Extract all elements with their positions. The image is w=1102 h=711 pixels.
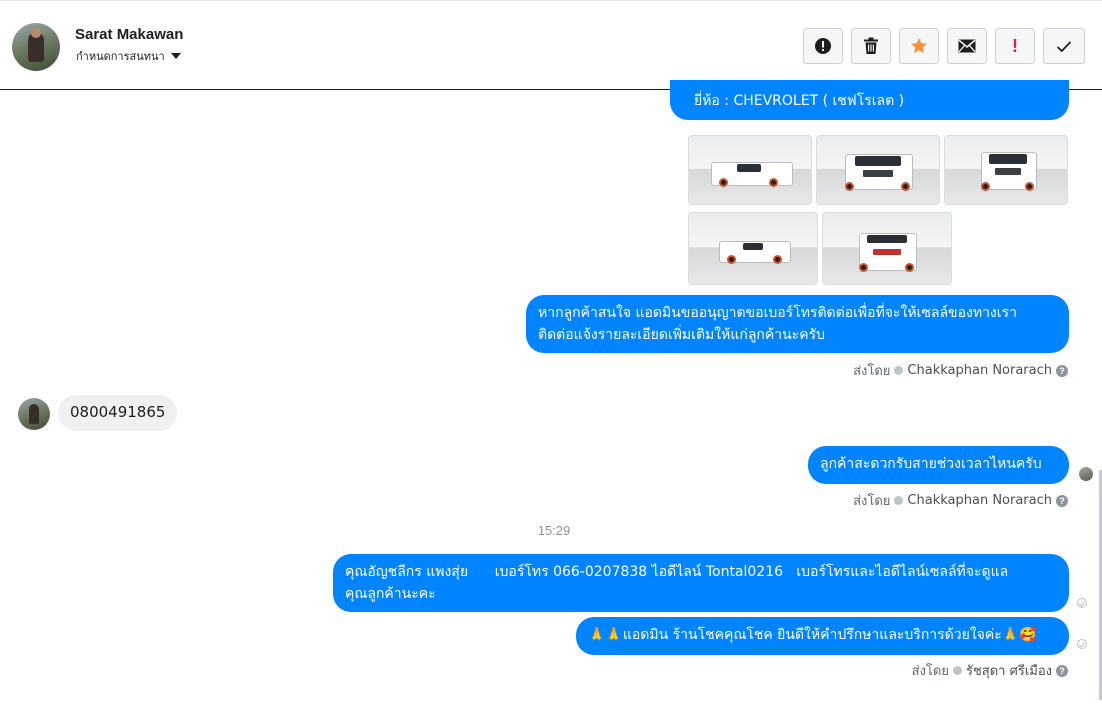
message-text: ยี่ห้อ : CHEVROLET ( เชฟโรเลต ): [694, 93, 905, 109]
sent-by-label: ส่งโดย: [853, 364, 891, 379]
car-photo-5[interactable]: [822, 212, 952, 285]
car-photo-2[interactable]: [816, 135, 940, 205]
message-bubble-incoming[interactable]: 0800491865: [58, 395, 178, 431]
verified-icon: [952, 666, 962, 675]
important-icon: !: [1012, 35, 1018, 56]
sent-by-line: ส่งโดย รัชสุดา ศรีเมือง ?: [912, 660, 1068, 681]
help-icon[interactable]: ?: [1056, 364, 1068, 377]
car-photo-4[interactable]: [688, 212, 818, 285]
message-text: 🙏🙏แอดมิน ร้านโชคคุณโชค ยินดีให้คำปรึกษาแ…: [588, 627, 1037, 643]
star-icon: [911, 38, 927, 54]
conversation-menu-label: กำหนดการสนทนา: [76, 50, 165, 63]
sent-status-icon: [1077, 598, 1087, 608]
help-icon[interactable]: ?: [1056, 664, 1068, 677]
trash-icon: [864, 37, 878, 54]
car-photo-1[interactable]: [688, 135, 812, 205]
contact-name[interactable]: Sarat Makawan: [75, 26, 183, 43]
message-text-line: ติดต่อแจ้งรายละเอียดเพิ่มเติมให้แก่ลูกค้…: [538, 327, 825, 343]
sent-by-line: ส่งโดย Chakkaphan Norarach ?: [853, 490, 1068, 511]
sent-status-icon: [1077, 639, 1087, 649]
message-timestamp: 15:29: [537, 523, 571, 538]
seen-avatar: [1079, 467, 1093, 481]
message-text: ลูกค้าสะดวกรับสายช่วงเวลาไหนครับ: [820, 456, 1042, 472]
message-bubble-outgoing[interactable]: หากลูกค้าสนใจ แอดมินขออนุญาตขอเบอร์โทรติ…: [526, 295, 1069, 353]
message-text-line: หากลูกค้าสนใจ แอดมินขออนุญาตขอเบอร์โทรติ…: [538, 305, 1017, 321]
verified-icon: [894, 366, 904, 375]
contact-avatar-small[interactable]: [18, 398, 50, 430]
contact-avatar[interactable]: [12, 23, 60, 71]
message-bubble-outgoing[interactable]: คุณอัญชลีกร แพงสุ่ย เบอร์โทร 066-0207838…: [333, 554, 1069, 612]
sender-name[interactable]: Chakkaphan Norarach: [907, 493, 1052, 508]
message-text: 0800491865: [70, 403, 166, 421]
help-icon[interactable]: ?: [1056, 494, 1068, 507]
message-text-line: คุณอัญชลีกร แพงสุ่ย เบอร์โทร 066-0207838…: [345, 564, 1009, 580]
message-bubble-outgoing[interactable]: 🙏🙏แอดมิน ร้านโชคคุณโชค ยินดีให้คำปรึกษาแ…: [576, 617, 1069, 655]
mark-unread-button[interactable]: [947, 28, 987, 64]
report-icon: [815, 38, 831, 54]
message-bubble-outgoing[interactable]: ลูกค้าสะดวกรับสายช่วงเวลาไหนครับ: [808, 446, 1069, 484]
sent-by-label: ส่งโดย: [911, 664, 949, 679]
car-photo-3[interactable]: [944, 135, 1068, 205]
message-text-line: คุณลูกค้านะคะ: [345, 586, 436, 602]
sender-name[interactable]: Chakkaphan Norarach: [907, 363, 1052, 378]
conversation-menu[interactable]: กำหนดการสนทนา: [76, 47, 181, 65]
envelope-icon: [958, 39, 976, 53]
message-list[interactable]: ยี่ห้อ : CHEVROLET ( เชฟโรเลต ) หากลูกค้…: [0, 80, 1102, 711]
star-button[interactable]: [899, 28, 939, 64]
sender-name[interactable]: รัชสุดา ศรีเมือง: [966, 660, 1052, 681]
check-icon: [1056, 40, 1072, 52]
sent-by-label: ส่งโดย: [853, 494, 891, 509]
conversation-header: Sarat Makawan กำหนดการสนทนา !: [0, 0, 1102, 90]
delete-button[interactable]: [851, 28, 891, 64]
caret-down-icon: [170, 53, 181, 59]
mark-important-button[interactable]: !: [995, 28, 1035, 64]
message-bubble-outgoing[interactable]: ยี่ห้อ : CHEVROLET ( เชฟโรเลต ): [670, 80, 1069, 120]
messenger-conversation: Sarat Makawan กำหนดการสนทนา ! ยี่ห้อ: C…: [0, 0, 1102, 711]
sent-by-line: ส่งโดย Chakkaphan Norarach ?: [853, 360, 1068, 381]
verified-icon: [894, 496, 904, 505]
mark-done-button[interactable]: [1043, 28, 1085, 64]
report-button[interactable]: [803, 28, 843, 64]
